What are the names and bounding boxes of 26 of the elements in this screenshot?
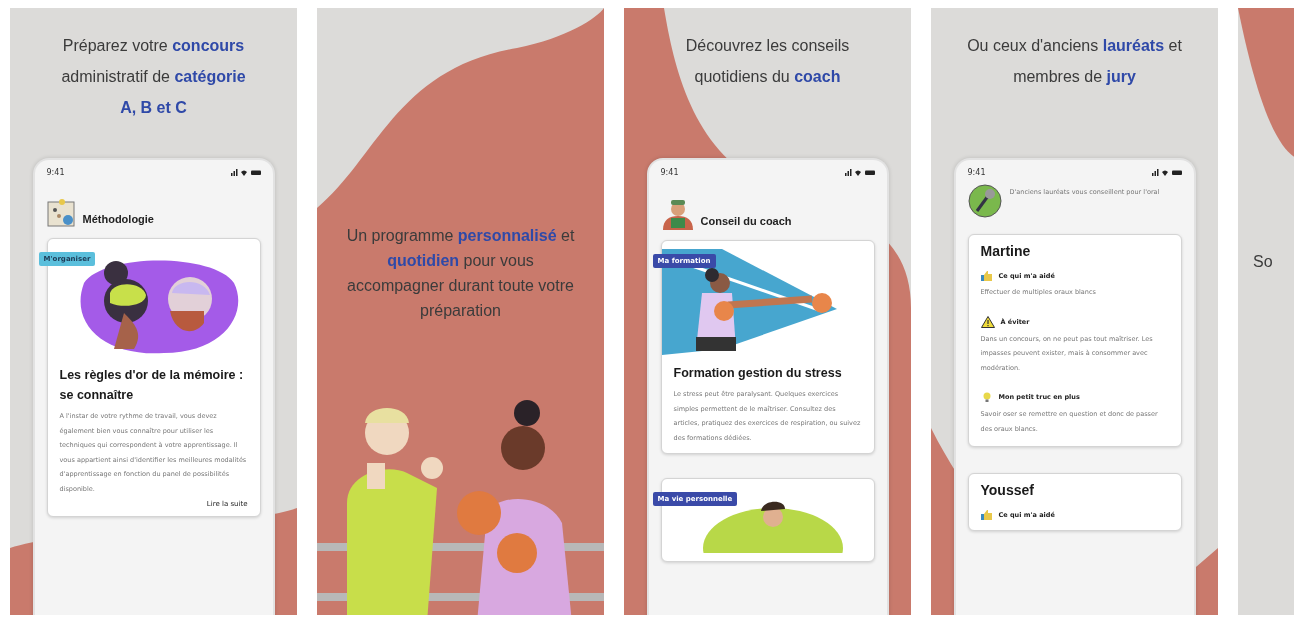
thumbs-up-icon bbox=[980, 510, 993, 520]
screen-title: Méthodologie bbox=[82, 213, 154, 227]
promo-caption: Ou ceux d'anciens lauréats et membres de jury bbox=[966, 36, 1183, 87]
status-time: 9:41 bbox=[967, 167, 986, 177]
article-title: Formation gestion du stress bbox=[673, 365, 843, 382]
article-card[interactable] bbox=[660, 240, 875, 454]
status-icons bbox=[844, 168, 875, 176]
thumbs-up-icon bbox=[980, 271, 993, 281]
status-time: 9:41 bbox=[660, 167, 679, 177]
warning-icon bbox=[980, 315, 995, 328]
status-time: 9:41 bbox=[46, 167, 65, 177]
promo-caption: Découvrez les conseils quotidiens du coach bbox=[684, 36, 851, 87]
status-icons bbox=[230, 168, 261, 176]
person-name: Youssef bbox=[980, 482, 1035, 498]
person-name: Martine bbox=[980, 243, 1032, 259]
article-title: Les règles d'or de la mémoire : se connaître bbox=[59, 367, 245, 404]
microphone-icon bbox=[967, 184, 1002, 218]
article-card[interactable] bbox=[46, 238, 261, 517]
status-icons bbox=[1151, 168, 1182, 176]
screen-title: Conseil du coach bbox=[700, 215, 792, 229]
promo-caption: So bbox=[1252, 252, 1274, 272]
promo-caption: Préparez votre concours administratif de catégorie A, B et C bbox=[60, 36, 247, 118]
promo-caption: Un programme personnalisé et quotidien pour vous accompagner durant toute votre préparation bbox=[345, 226, 576, 321]
coach-avatar-icon bbox=[660, 198, 695, 230]
article-card[interactable] bbox=[660, 478, 875, 562]
clipboard-icon bbox=[46, 198, 77, 228]
